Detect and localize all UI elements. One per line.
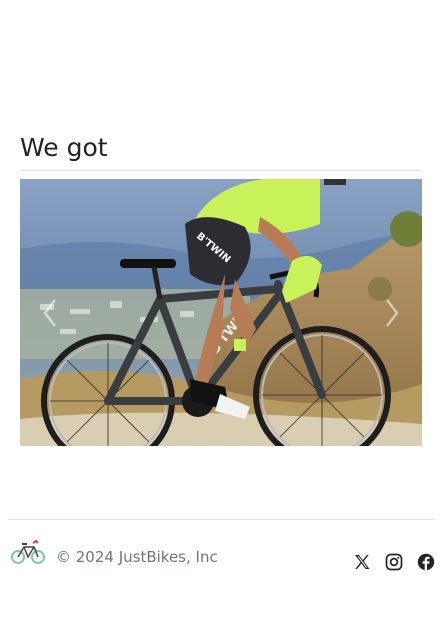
section-title: We got bbox=[20, 133, 108, 162]
carousel-prev-button[interactable] bbox=[20, 179, 80, 446]
bicycle-icon[interactable] bbox=[11, 538, 45, 566]
facebook-icon[interactable] bbox=[417, 553, 435, 571]
bike-carousel[interactable]: B'TWIN B'TWIN bbox=[20, 179, 422, 446]
footer-divider bbox=[8, 519, 435, 520]
chevron-left-icon bbox=[43, 298, 56, 327]
carousel-next-button[interactable] bbox=[362, 179, 422, 446]
chevron-right-icon bbox=[386, 298, 399, 327]
x-twitter-icon[interactable] bbox=[353, 553, 371, 571]
instagram-icon[interactable] bbox=[385, 553, 403, 571]
copyright-text: © 2024 JustBikes, Inc bbox=[56, 548, 218, 566]
title-divider bbox=[20, 170, 422, 171]
